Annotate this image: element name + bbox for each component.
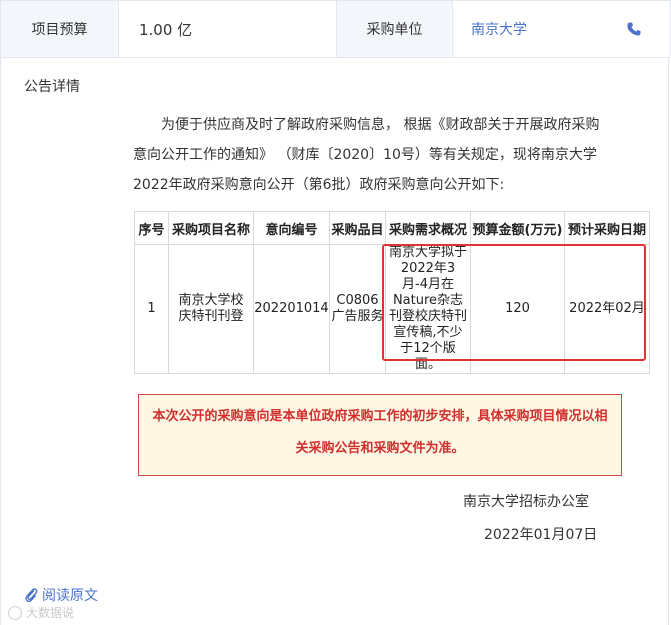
purchaser-label: 采购单位	[337, 1, 453, 57]
cell-budget: 120	[470, 244, 565, 374]
cell-intent-no: 202201014	[253, 244, 330, 374]
budget-value: 1.00 亿	[119, 1, 337, 57]
intro-line-3: 2022年政府采购意向公开（第6批）政府采购意向公开如下:	[133, 177, 505, 193]
col-header-category: 采购品目	[329, 211, 386, 245]
col-header-index: 序号	[134, 211, 169, 245]
cell-project-name: 南京大学校庆特刊刊登	[168, 244, 254, 374]
read-original-label: 阅读原文	[42, 588, 98, 604]
col-header-intent-no: 意向编号	[253, 211, 330, 245]
intro-paragraph: 为便于供应商及时了解政府采购信息， 根据《财政部关于开展政府采购 意向公开工作的…	[133, 110, 633, 200]
cell-demand: 南京大学拟于2022年3月-4月在Nature杂志刊登校庆特刊宣传稿,不少于12…	[385, 244, 471, 374]
intro-line-2: 意向公开工作的通知》 （财库〔2020〕10号）等有关规定，现将南京大学	[133, 147, 597, 163]
col-header-demand: 采购需求概况	[385, 211, 471, 245]
signature-date: 2022年01月07日	[484, 527, 598, 543]
col-header-budget: 预算金额(万元)	[470, 211, 565, 245]
watermark-logo-icon	[8, 605, 22, 620]
cell-index: 1	[134, 244, 169, 374]
category-code: C0806	[336, 293, 379, 308]
paperclip-icon	[25, 588, 38, 603]
col-header-project-name: 采购项目名称	[168, 211, 254, 245]
category-name: 广告服务	[331, 309, 384, 324]
procurement-table: 序号 采购项目名称 意向编号 采购品目 采购需求概况 预算金额(万元) 预计采购…	[134, 211, 650, 374]
section-title: 公告详情	[24, 79, 80, 95]
cell-date: 2022年02月	[564, 244, 650, 374]
table-header-row: 序号 采购项目名称 意向编号 采购品目 采购需求概况 预算金额(万元) 预计采购…	[134, 211, 650, 245]
notice-box: 本次公开的采购意向是本单位政府采购工作的初步安排，具体采购项目情况以相关采购公告…	[138, 394, 622, 476]
purchaser-link[interactable]: 南京大学	[471, 19, 527, 39]
table-row: 1 南京大学校庆特刊刊登 202201014 C0806 广告服务 南京大学拟于…	[134, 244, 650, 374]
watermark: 大数据说	[8, 604, 74, 621]
signature-org: 南京大学招标办公室	[463, 494, 589, 510]
purchaser-value-cell: 南京大学	[453, 1, 670, 57]
budget-label: 项目预算	[1, 1, 119, 57]
project-info-bar: 项目预算 1.00 亿 采购单位 南京大学	[0, 0, 671, 58]
watermark-text: 大数据说	[26, 606, 75, 620]
cell-category: C0806 广告服务	[329, 244, 386, 374]
intro-line-1: 为便于供应商及时了解政府采购信息， 根据《财政部关于开展政府采购	[161, 117, 600, 133]
col-header-date: 预计采购日期	[564, 211, 650, 245]
read-original-link[interactable]: 阅读原文	[24, 585, 98, 605]
phone-icon[interactable]	[626, 21, 642, 37]
